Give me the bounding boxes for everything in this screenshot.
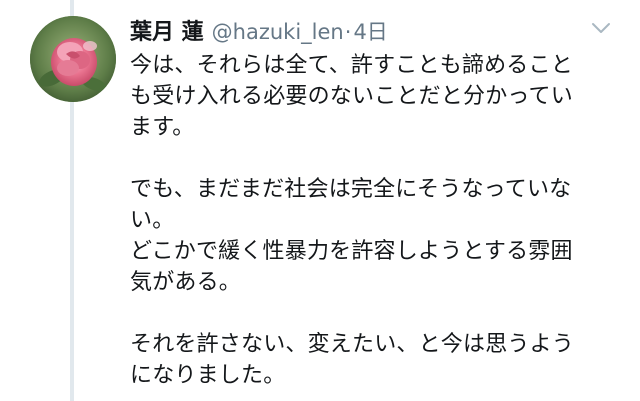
user-handle[interactable]: @hazuki_len [212, 20, 344, 44]
separator-dot: · [344, 20, 352, 44]
tweet-menu-button[interactable] [590, 20, 612, 36]
display-name[interactable]: 葉月 蓮 [130, 14, 204, 46]
rose-avatar-image [30, 16, 116, 102]
tweet-header: 葉月 蓮 @hazuki_len · 4日 [130, 14, 388, 50]
chevron-down-icon [592, 23, 610, 33]
tweet-text: 今は、それらは全て、許すことも諦めること も受け入れる必要のないことだと分かって… [130, 53, 575, 388]
tweet-card[interactable]: 葉月 蓮 @hazuki_len · 4日 今は、それらは全て、許すことも諦める… [0, 0, 640, 401]
timestamp[interactable]: 4日 [353, 16, 387, 46]
avatar[interactable] [30, 16, 116, 102]
